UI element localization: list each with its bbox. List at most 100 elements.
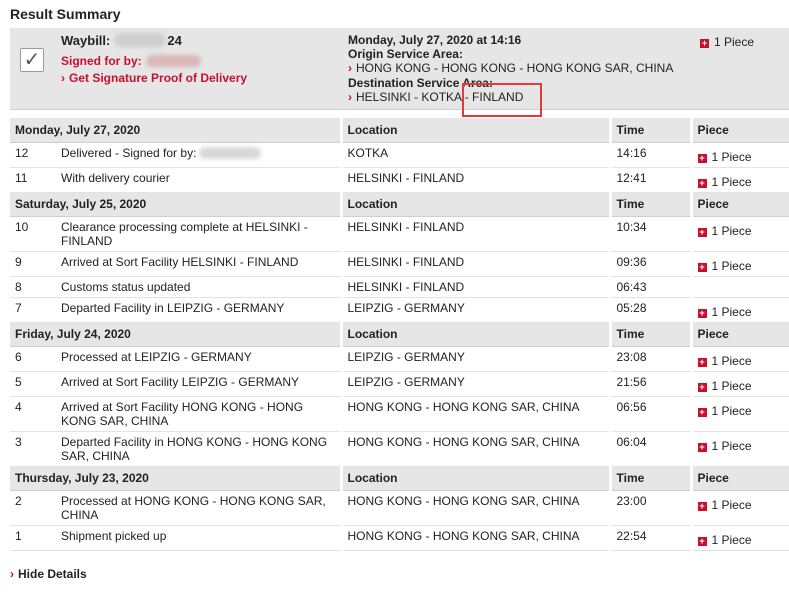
event-location: HONG KONG - HONG KONG SAR, CHINA xyxy=(339,396,610,432)
event-piece-cell: +1 Piece xyxy=(689,167,789,193)
destination-value: › HELSINKI - KOTKA - FINLAND xyxy=(348,90,524,104)
event-location: HELSINKI - FINLAND xyxy=(339,251,610,277)
event-cell: 3 Departed Facility in HONG KONG - HONG K… xyxy=(10,431,341,467)
destination-label: Destination Service Area: xyxy=(348,76,493,90)
event-time: 21:56 xyxy=(608,371,691,397)
event-cell: 6 Processed at LEIPZIG - GERMANY xyxy=(10,346,341,372)
piece-link[interactable]: +1 Piece xyxy=(697,259,752,273)
piece-link[interactable]: +1 Piece xyxy=(697,439,752,453)
event-location: HONG KONG - HONG KONG SAR, CHINA xyxy=(339,431,610,467)
result-summary-panel: ✓ Waybill: 24 Signed for by: › Get Signatu… xyxy=(10,28,789,110)
plus-icon: + xyxy=(700,38,709,48)
column-header-location: Location xyxy=(339,118,610,143)
event-cell: 2 Processed at HONG KONG - HONG KONG SAR,… xyxy=(10,490,341,526)
piece-label: 1 Piece xyxy=(711,304,752,319)
event-cell: 4 Arrived at Sort Facility HONG KONG - HO… xyxy=(10,396,341,432)
piece-link[interactable]: +1 Piece xyxy=(697,379,752,393)
column-header-piece: Piece xyxy=(689,466,789,491)
column-header-location: Location xyxy=(339,466,610,491)
day-date: Saturday, July 25, 2020 xyxy=(10,192,341,217)
chevron-right-icon: › xyxy=(61,71,65,85)
plus-icon: + xyxy=(697,406,707,417)
table-row: 12 Delivered - Signed for by: KOTKA 14:16 +1… xyxy=(10,142,789,168)
event-description-text: Arrived at Sort Facility LEIPZIG - GERMA… xyxy=(61,374,300,389)
event-description-text: Processed at LEIPZIG - GERMANY xyxy=(61,349,252,364)
table-row: 1 Shipment picked up HONG KONG - HONG KONG… xyxy=(10,525,789,551)
piece-label: 1 Piece xyxy=(711,223,752,238)
event-time: 12:41 xyxy=(608,167,691,193)
column-header-time: Time xyxy=(608,192,691,217)
chevron-right-icon: › xyxy=(10,567,14,581)
event-description: Processed at HONG KONG - HONG KONG SAR, … xyxy=(61,494,335,522)
event-location: HONG KONG - HONG KONG SAR, CHINA xyxy=(339,490,610,526)
event-time: 06:43 xyxy=(608,276,691,298)
event-piece-cell: +1 Piece xyxy=(689,216,789,252)
event-location: HELSINKI - FINLAND xyxy=(339,216,610,252)
table-row: 5 Arrived at Sort Facility LEIPZIG - GERM… xyxy=(10,371,789,397)
event-number: 11 xyxy=(15,170,28,185)
event-number: 2 xyxy=(15,493,22,508)
event-description-text: Shipment picked up xyxy=(61,528,167,543)
event-location: HONG KONG - HONG KONG SAR, CHINA xyxy=(339,525,610,551)
plus-icon: + xyxy=(697,356,707,367)
plus-icon: + xyxy=(697,226,707,237)
event-piece-cell: +1 Piece xyxy=(689,431,789,467)
event-description-text: Customs status updated xyxy=(61,279,191,294)
event-description: Processed at LEIPZIG - GERMANY xyxy=(61,350,335,364)
redacted-waybill-digits xyxy=(114,33,167,47)
signature-proof-link[interactable]: › Get Signature Proof of Delivery xyxy=(61,71,247,85)
event-location: HELSINKI - FINLAND xyxy=(339,276,610,298)
table-row: 7 Departed Facility in LEIPZIG - GERMANY L… xyxy=(10,297,789,323)
day-header-row: Monday, July 27, 2020 Location Time Piece xyxy=(10,118,789,143)
event-description: Departed Facility in LEIPZIG - GERMANY xyxy=(61,301,335,315)
origin-value: › HONG KONG - HONG KONG - HONG KONG SAR, … xyxy=(348,61,674,75)
event-number: 3 xyxy=(15,434,22,449)
event-description-wrap: 7 Departed Facility in LEIPZIG - GERMANY xyxy=(15,301,335,315)
piece-link[interactable]: +1 Piece xyxy=(697,223,752,238)
event-description-wrap: 9 Arrived at Sort Facility HELSINKI - FIN… xyxy=(15,255,335,269)
table-row: 3 Departed Facility in HONG KONG - HONG K… xyxy=(10,431,789,467)
piece-link[interactable]: +1 Piece xyxy=(697,404,752,418)
event-piece-cell: +1 Piece xyxy=(689,371,789,397)
column-header-location: Location xyxy=(339,192,610,217)
event-time: 22:54 xyxy=(608,525,691,551)
piece-link[interactable]: +1 Piece xyxy=(697,150,752,164)
event-description: Clearance processing complete at HELSINK… xyxy=(61,220,335,248)
table-row: 2 Processed at HONG KONG - HONG KONG SAR,… xyxy=(10,490,789,526)
event-piece-cell: +1 Piece xyxy=(689,297,789,323)
event-description-text: Processed at HONG KONG - HONG KONG SAR, … xyxy=(61,493,326,522)
plus-icon: + xyxy=(697,535,707,546)
table-row: 11 With delivery courier HELSINKI - FINLAN… xyxy=(10,167,789,193)
table-row: 8 Customs status updated HELSINKI - FINLAN… xyxy=(10,276,789,298)
event-cell: 1 Shipment picked up xyxy=(10,525,341,551)
piece-link[interactable]: +1 Piece xyxy=(697,304,752,319)
summary-piece-link[interactable]: +1 Piece xyxy=(700,35,754,49)
piece-link[interactable]: +1 Piece xyxy=(697,533,752,547)
waybill-number: Waybill: 24 xyxy=(61,33,182,48)
event-piece-cell: +1 Piece xyxy=(689,251,789,277)
piece-label: 1 Piece xyxy=(711,497,752,512)
event-description: Arrived at Sort Facility LEIPZIG - GERMA… xyxy=(61,375,335,389)
event-description-wrap: 2 Processed at HONG KONG - HONG KONG SAR,… xyxy=(15,494,335,522)
day-date: Friday, July 24, 2020 xyxy=(10,322,341,347)
piece-link[interactable]: +1 Piece xyxy=(697,175,752,189)
event-description: Arrived at Sort Facility HELSINKI - FINL… xyxy=(61,255,335,269)
redacted-signer-name xyxy=(145,55,201,67)
column-header-location: Location xyxy=(339,322,610,347)
event-number: 9 xyxy=(15,254,22,269)
day-header-row: Thursday, July 23, 2020 Location Time Piece xyxy=(10,466,789,491)
piece-link[interactable]: +1 Piece xyxy=(697,354,752,368)
event-location: KOTKA xyxy=(339,142,610,168)
signed-for-label: Signed for by: xyxy=(61,54,142,68)
plus-icon: + xyxy=(697,441,707,452)
redacted-signer-name xyxy=(199,146,262,159)
hide-details-link[interactable]: › Hide Details xyxy=(10,567,87,581)
signed-for-by: Signed for by: xyxy=(61,54,201,68)
event-cell: 11 With delivery courier xyxy=(10,167,341,193)
event-description-wrap: 3 Departed Facility in HONG KONG - HONG K… xyxy=(15,435,335,463)
event-description-text: Departed Facility in HONG KONG - HONG KO… xyxy=(61,434,328,463)
piece-link[interactable]: +1 Piece xyxy=(697,497,752,512)
event-number: 12 xyxy=(15,145,29,160)
event-time: 23:08 xyxy=(608,346,691,372)
event-description: Customs status updated xyxy=(61,280,335,294)
